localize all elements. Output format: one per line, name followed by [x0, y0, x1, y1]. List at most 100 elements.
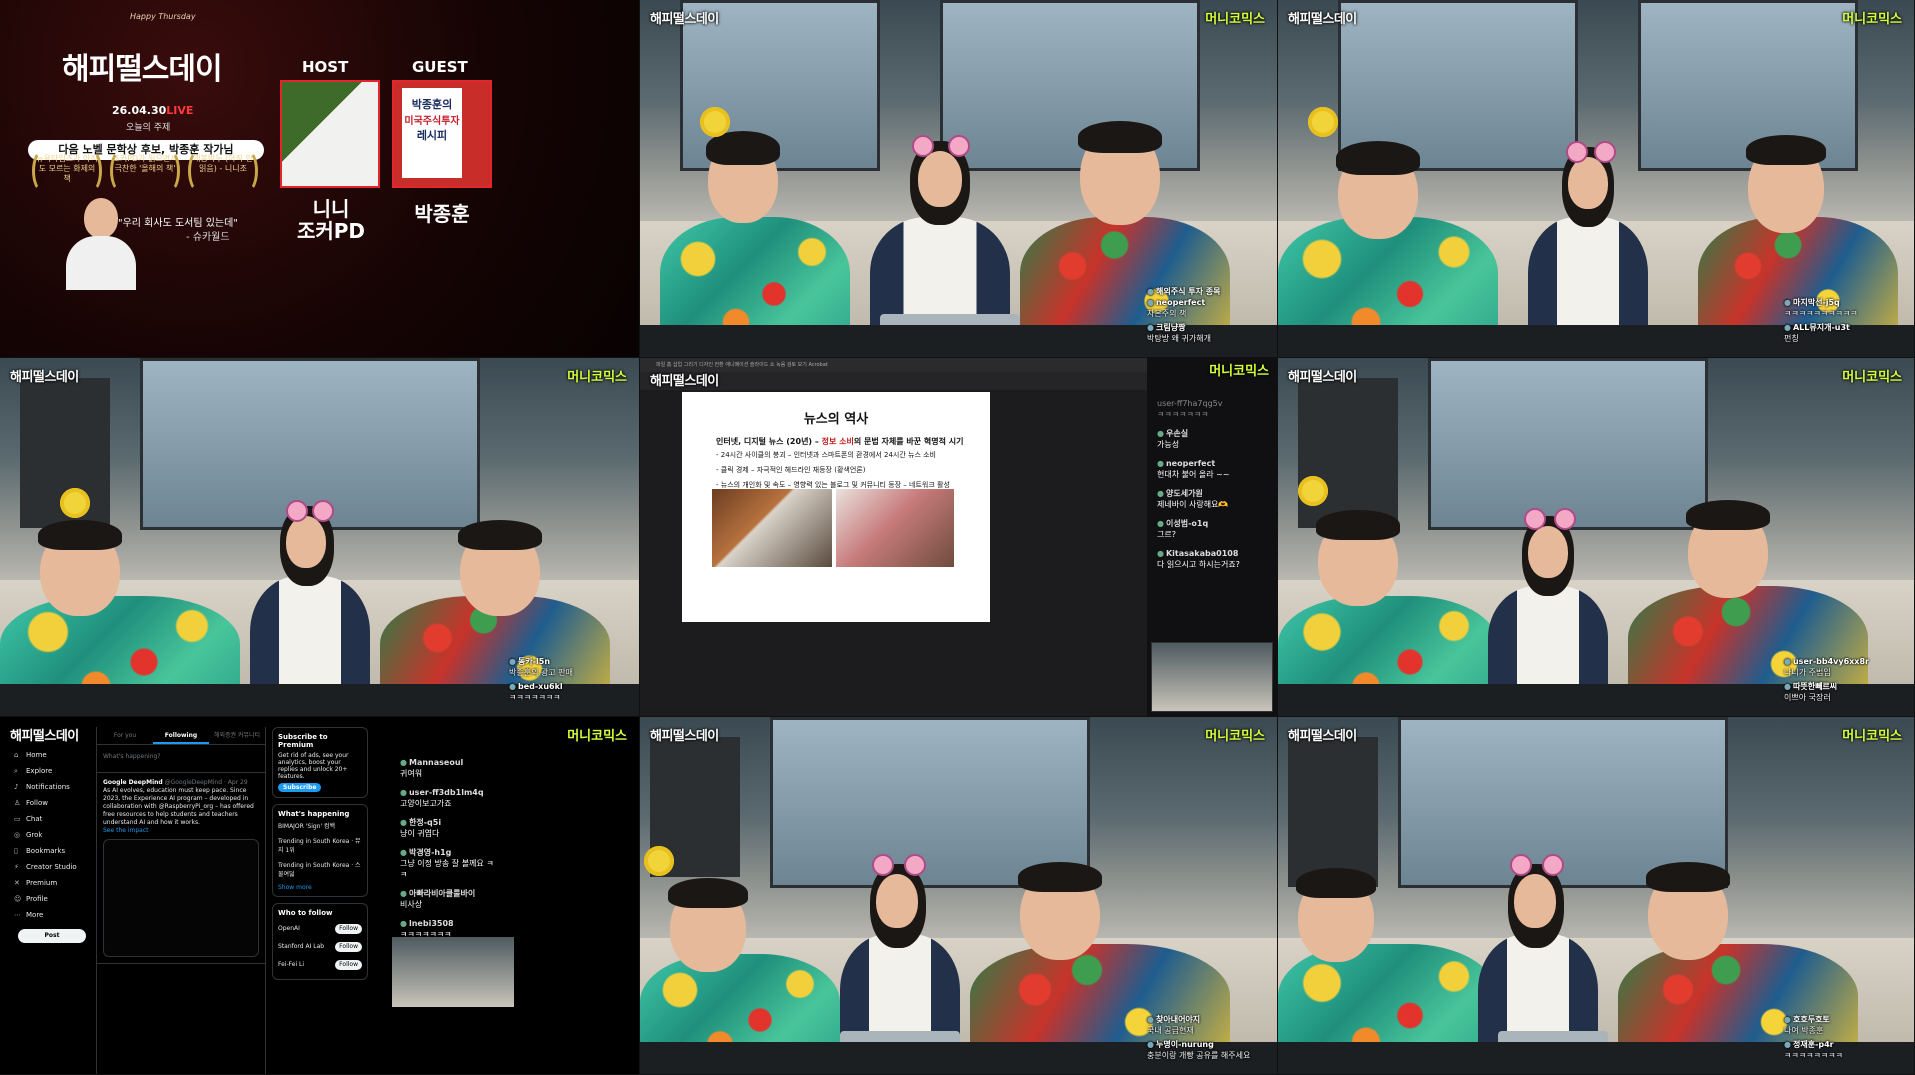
chat-user: 박경영-h1g: [400, 847, 500, 858]
event-poster: Happy Thursday 해피떨스데이 26.04.30LIVE 오늘의 주…: [0, 0, 640, 358]
chat-user: 한정-q5i: [400, 817, 500, 828]
nav-home[interactable]: ⌂ Home: [14, 747, 94, 763]
chat-message: 박탕방 왜 귀가해개: [1147, 334, 1211, 343]
chat-panel: Mannaseoul 귀여워 user-ff3db1lm4q 고양이보고가죠 한…: [400, 757, 500, 948]
chat-message: ㅋㅋㅋㅋㅋㅋㅋㅋㅋㅋ: [1784, 309, 1858, 318]
mouse-ears-headband: [1542, 854, 1564, 876]
chat-user: bed-xu6kl: [509, 681, 629, 692]
follow-button[interactable]: Follow: [335, 942, 362, 952]
chat-user: 찾아내어야지: [1147, 1014, 1267, 1025]
video-frame: 해피떨스데이 머니코믹스 user-bb4vy6xx8r 나니가 주범임 따뜻한…: [1278, 358, 1915, 717]
guest-book-photo: 박종훈의 미국주식투자 레시피: [392, 80, 492, 188]
chat-user: user-bb4vy6xx8r: [1784, 656, 1904, 667]
follow-row: Fei-Fei Li Follow: [278, 956, 362, 974]
chat-user: Mannaseoul: [400, 757, 500, 768]
subscribe-button[interactable]: Subscribe: [278, 783, 322, 792]
tweet-author[interactable]: Google DeepMind: [103, 779, 163, 786]
show-more-link[interactable]: Show more: [278, 884, 362, 891]
tweet-link[interactable]: See the impact: [103, 827, 259, 835]
nav-label: Explore: [26, 767, 53, 775]
brand-logo: 머니코믹스: [1209, 364, 1269, 379]
chat-message: 국내 공급현재: [1147, 1026, 1194, 1035]
nav-follow[interactable]: ♙ Follow: [14, 795, 94, 811]
compose-input[interactable]: What's happening?: [97, 745, 265, 773]
brand-logo: 머니코믹스: [1842, 370, 1902, 385]
chat-user: neoperfect: [1147, 297, 1267, 308]
nav-creator-studio[interactable]: ⚡ Creator Studio: [14, 859, 94, 875]
hair: [1078, 121, 1162, 153]
chat-message: 귀여워: [400, 769, 423, 778]
follow-account[interactable]: Stanford AI Lab: [278, 938, 324, 956]
flower-headband: [1308, 107, 1338, 137]
chat-message: 자본주의 책: [1147, 309, 1187, 318]
hair: [38, 520, 122, 550]
chat-message: 다 읽으시고 하시는거죠?: [1157, 560, 1240, 569]
tab-following[interactable]: Following: [153, 727, 209, 744]
nav-label: Home: [26, 751, 47, 759]
nav-label: Bookmarks: [26, 847, 66, 855]
laptop-news-image: [712, 489, 832, 567]
nav-notifications[interactable]: ♪ Notifications: [14, 779, 94, 795]
premium-title: Subscribe to Premium: [278, 733, 328, 749]
brand-logo: 머니코믹스: [567, 729, 627, 744]
nav-profile[interactable]: ☺ Profile: [14, 891, 94, 907]
tweet[interactable]: Google DeepMind @GoogleDeepMind · Apr 29…: [97, 773, 265, 964]
profile-icon: ☺: [14, 895, 22, 903]
chat-user: 양도세가원: [1157, 488, 1267, 499]
chat-user: 누명이-nurung: [1147, 1039, 1267, 1050]
follow-account[interactable]: Fei-Fei Li: [278, 956, 304, 974]
person-center: [1528, 117, 1648, 357]
person-center: [250, 466, 370, 716]
person-left: [660, 107, 850, 357]
follow-button[interactable]: Follow: [335, 924, 362, 934]
brand-logo: 머니코믹스: [567, 370, 627, 385]
hair: [1686, 500, 1770, 530]
chat-overlay: 동카-l5n 박종훈의 광고 판매 bed-xu6kl ㅋㅋㅋㅋㅋㅋㅋ: [509, 656, 629, 706]
chat-user: 이성범-o1q: [1157, 518, 1267, 529]
hair: [1336, 141, 1420, 175]
chat-user: 해외주식 투자 종목: [1147, 286, 1267, 297]
person-left: [0, 486, 240, 716]
book-author: 박종훈의: [411, 98, 453, 111]
follow-account[interactable]: OpenAI: [278, 920, 300, 938]
chat-user: 크림냥짱: [1147, 322, 1267, 333]
watermark: 해피떨스데이: [1288, 12, 1357, 27]
hair: [458, 520, 542, 550]
post-button[interactable]: Post: [18, 929, 86, 943]
flower-headband: [60, 488, 90, 518]
poster-date: 26.04.30LIVE: [112, 104, 193, 117]
tweet-media[interactable]: [103, 839, 259, 957]
nav-label: Follow: [26, 799, 48, 807]
chat-overlay: 마지막선-j5q ㅋㅋㅋㅋㅋㅋㅋㅋㅋㅋ ALL뮤지개-u3t 펀칭: [1784, 297, 1904, 347]
follow-title: Who to follow: [278, 909, 333, 917]
nav-more[interactable]: ⋯ More: [14, 907, 94, 923]
nav-chat[interactable]: ▭ Chat: [14, 811, 94, 827]
tab-for-you[interactable]: For you: [97, 727, 153, 744]
follow-button[interactable]: Follow: [335, 960, 362, 970]
tweet-text: As AI evolves, education must keep pace.…: [103, 787, 254, 826]
chat-message: 이쁘아 국장러: [1784, 693, 1831, 702]
chat-message: 냥이 귀엽다: [400, 829, 440, 838]
trend-item[interactable]: Trending in South Korea · 스물여덟: [278, 860, 362, 878]
book-title: 미국주식투자: [404, 116, 460, 127]
nav-explore[interactable]: ⌕ Explore: [14, 763, 94, 779]
trend-item[interactable]: BIMAJOR 'Sign' 컴백: [278, 821, 362, 830]
chat-user: 정재훈-p4r: [1784, 1039, 1904, 1050]
nav-grok[interactable]: ◎ Grok: [14, 827, 94, 843]
brand-logo: 머니코믹스: [1842, 12, 1902, 27]
nav-premium[interactable]: ✕ Premium: [14, 875, 94, 891]
trend-item[interactable]: Trending in South Korea · 뮤지 1위: [278, 836, 362, 854]
watermark: 해피떨스데이: [1288, 370, 1357, 385]
video-frame: 해피떨스데이 머니코믹스 호호두호토 나여 박종훈 정재훈-p4r ㅋㅋㅋㅋㅋㅋ…: [1278, 717, 1915, 1075]
nav-bookmarks[interactable]: ▯ Bookmarks: [14, 843, 94, 859]
nav-label: Premium: [26, 879, 58, 887]
hair: [1316, 510, 1400, 540]
watermark: 해피떨스데이: [650, 374, 719, 389]
poster-quote-author: - 슈카월드: [186, 232, 230, 243]
poster-quote: "우리 회사도 도서팀 있는데": [118, 218, 238, 229]
chat-message: 가능성: [1157, 440, 1180, 449]
chat-overlay: 해외주식 투자 종목 neoperfect 자본주의 책 크림냥짱 박탕방 왜 …: [1147, 286, 1267, 347]
author-photo: [66, 198, 136, 290]
more-icon: ⋯: [14, 911, 21, 919]
tab-community[interactable]: 해외증권 커뮤니티: [209, 727, 265, 744]
